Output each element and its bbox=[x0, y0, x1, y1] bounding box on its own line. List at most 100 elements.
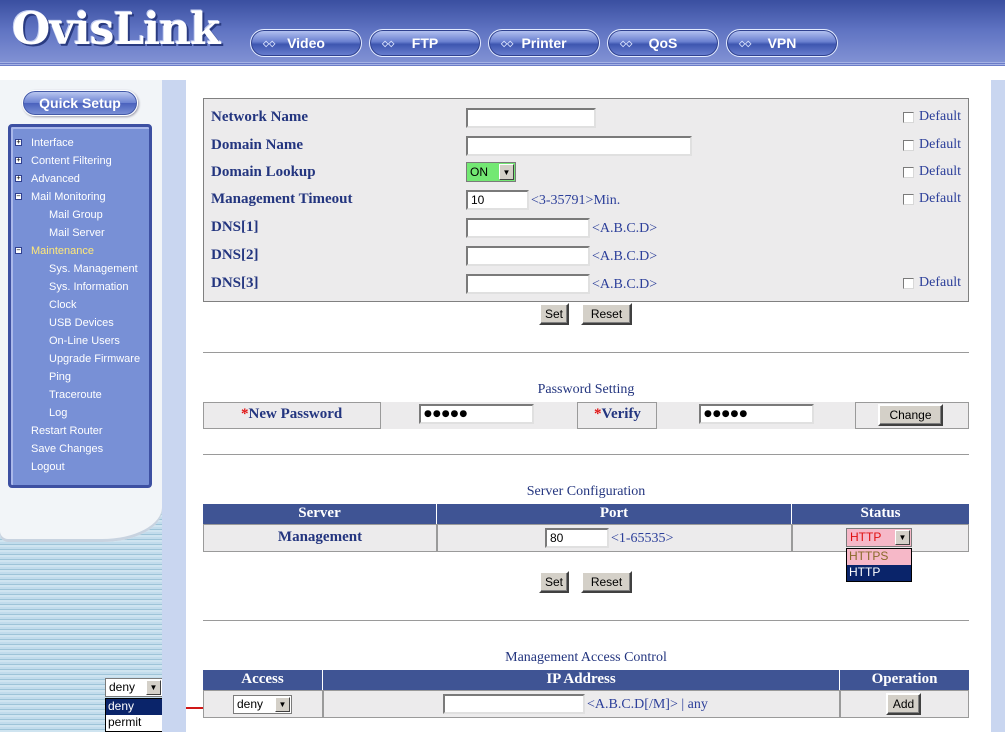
domain-lookup-select[interactable]: ON ▼ bbox=[466, 162, 516, 182]
sidebar-item-logout[interactable]: Logout bbox=[31, 459, 65, 475]
verify-password-input[interactable]: ●●●●● bbox=[699, 404, 814, 424]
domain-name-default-checkbox[interactable] bbox=[903, 140, 914, 151]
required-star: * bbox=[241, 406, 249, 422]
chevron-down-icon[interactable]: ▼ bbox=[146, 680, 161, 695]
sidebar-item-advanced[interactable]: Advanced bbox=[31, 171, 80, 187]
dns3-label: DNS[3] bbox=[211, 275, 259, 291]
password-section-title: Password Setting bbox=[537, 382, 635, 397]
server-set-button[interactable]: Set bbox=[539, 571, 569, 593]
server-section-title: Server Configuration bbox=[526, 484, 646, 499]
sidebar-item-ping[interactable]: Ping bbox=[49, 369, 71, 385]
dropdown-option-deny[interactable]: deny bbox=[106, 699, 162, 715]
required-star: * bbox=[594, 406, 602, 422]
section-divider bbox=[203, 454, 969, 456]
sidebar-item-content-filtering[interactable]: Content Filtering bbox=[31, 153, 112, 169]
nav-printer-button[interactable]: ◇◇ Printer bbox=[488, 29, 600, 57]
network-name-input[interactable] bbox=[466, 108, 596, 128]
status-option-http[interactable]: HTTP bbox=[847, 565, 911, 581]
server-status-select[interactable]: HTTP ▼ bbox=[846, 528, 912, 547]
sidebar-item-log[interactable]: Log bbox=[49, 405, 67, 421]
sidebar-item-sys-management[interactable]: Sys. Management bbox=[49, 261, 138, 277]
sidebar-item-restart-router[interactable]: Restart Router bbox=[31, 423, 103, 439]
domain-name-label: Domain Name bbox=[211, 137, 304, 153]
callout-access-select[interactable]: deny ▼ bbox=[105, 678, 163, 697]
domain-name-input[interactable] bbox=[466, 136, 692, 156]
system-settings-panel: Network Name Default Domain Name Default… bbox=[203, 98, 969, 302]
chevron-down-icon[interactable]: ▼ bbox=[275, 697, 290, 712]
chevron-down-icon[interactable]: ▼ bbox=[499, 164, 514, 180]
sidebar-item-mail-monitoring[interactable]: Mail Monitoring bbox=[31, 189, 106, 205]
ip-address-column-header: IP Address bbox=[323, 670, 840, 690]
server-reset-button[interactable]: Reset bbox=[581, 571, 632, 593]
sidebar-item-mail-group[interactable]: Mail Group bbox=[49, 207, 103, 223]
new-password-input[interactable]: ●●●●● bbox=[419, 404, 534, 424]
dns2-label: DNS[2] bbox=[211, 247, 259, 263]
server-port-input[interactable] bbox=[545, 528, 609, 548]
dns2-input[interactable] bbox=[466, 246, 590, 266]
dns3-default-checkbox[interactable] bbox=[903, 278, 914, 289]
nav-ftp-button[interactable]: ◇◇ FTP bbox=[369, 29, 481, 57]
collapse-icon[interactable]: − bbox=[15, 247, 22, 254]
access-ip-input[interactable] bbox=[443, 694, 585, 714]
expand-icon[interactable]: + bbox=[15, 157, 22, 164]
expand-icon[interactable]: + bbox=[15, 139, 22, 146]
top-header: OvisLink ◇◇ Video ◇◇ FTP ◇◇ Printer ◇◇ Q… bbox=[0, 0, 1005, 66]
callout-dropdown-list: deny permit bbox=[105, 698, 163, 732]
sidebar-item-mail-server[interactable]: Mail Server bbox=[49, 225, 105, 241]
chevron-down-icon[interactable]: ▼ bbox=[895, 530, 910, 545]
dns1-hint: <A.B.C.D> bbox=[592, 221, 658, 236]
sidebar-item-clock[interactable]: Clock bbox=[49, 297, 77, 313]
dns3-default-label: Default bbox=[919, 275, 961, 290]
quick-setup-button[interactable]: Quick Setup bbox=[22, 90, 138, 116]
section-divider bbox=[203, 352, 969, 354]
network-name-default-checkbox[interactable] bbox=[903, 112, 914, 123]
dns3-hint: <A.B.C.D> bbox=[592, 277, 658, 292]
nav-vpn-button[interactable]: ◇◇ VPN bbox=[726, 29, 838, 57]
management-timeout-default-checkbox[interactable] bbox=[903, 194, 914, 205]
system-set-button[interactable]: Set bbox=[539, 303, 569, 325]
content-right-border bbox=[991, 80, 1005, 732]
sidebar-item-upgrade-firmware[interactable]: Upgrade Firmware bbox=[49, 351, 140, 367]
expand-icon[interactable]: + bbox=[15, 175, 22, 182]
ovislink-logo: OvisLink bbox=[12, 4, 221, 55]
status-column-header: Status bbox=[792, 504, 969, 524]
sidebar-item-save-changes[interactable]: Save Changes bbox=[31, 441, 103, 457]
new-password-label: *New Password bbox=[241, 406, 343, 422]
access-section-title: Management Access Control bbox=[505, 650, 667, 665]
domain-lookup-default-label: Default bbox=[919, 164, 961, 179]
change-password-button[interactable]: Change bbox=[878, 404, 943, 426]
collapse-icon[interactable]: − bbox=[15, 193, 22, 200]
operation-column-header: Operation bbox=[840, 670, 969, 690]
nav-qos-button[interactable]: ◇◇ QoS bbox=[607, 29, 719, 57]
sidebar-item-on-line-users[interactable]: On-Line Users bbox=[49, 333, 120, 349]
domain-lookup-default-checkbox[interactable] bbox=[903, 167, 914, 178]
network-name-default-label: Default bbox=[919, 109, 961, 124]
sidebar-item-interface[interactable]: Interface bbox=[31, 135, 74, 151]
dns1-input[interactable] bbox=[466, 218, 590, 238]
dropdown-option-permit[interactable]: permit bbox=[106, 715, 162, 731]
dns1-label: DNS[1] bbox=[211, 219, 259, 235]
add-access-button[interactable]: Add bbox=[886, 693, 921, 715]
server-port-hint: <1-65535> bbox=[611, 531, 674, 546]
management-timeout-label: Management Timeout bbox=[211, 191, 353, 207]
system-reset-button[interactable]: Reset bbox=[581, 303, 632, 325]
status-option-https[interactable]: HTTPS bbox=[847, 549, 911, 565]
verify-password-label: *Verify bbox=[594, 406, 641, 422]
management-timeout-input[interactable] bbox=[466, 190, 529, 210]
sidebar-item-usb-devices[interactable]: USB Devices bbox=[49, 315, 114, 331]
server-name-management: Management bbox=[277, 529, 363, 545]
dns3-input[interactable] bbox=[466, 274, 590, 294]
management-timeout-hint: <3-35791>Min. bbox=[531, 193, 621, 208]
content-left-border bbox=[162, 80, 186, 732]
server-column-header: Server bbox=[203, 504, 437, 524]
domain-lookup-label: Domain Lookup bbox=[211, 164, 316, 180]
sidebar-item-traceroute[interactable]: Traceroute bbox=[49, 387, 102, 403]
nav-bullet-icon: ◇◇ bbox=[382, 38, 395, 48]
server-status-dropdown: HTTPS HTTP bbox=[846, 548, 912, 582]
sidebar-item-maintenance[interactable]: Maintenance bbox=[31, 243, 94, 259]
access-rule-select[interactable]: deny ▼ bbox=[233, 695, 292, 714]
domain-name-default-label: Default bbox=[919, 137, 961, 152]
sidebar-item-sys-information[interactable]: Sys. Information bbox=[49, 279, 128, 295]
nav-bullet-icon: ◇◇ bbox=[739, 38, 752, 48]
nav-video-button[interactable]: ◇◇ Video bbox=[250, 29, 362, 57]
